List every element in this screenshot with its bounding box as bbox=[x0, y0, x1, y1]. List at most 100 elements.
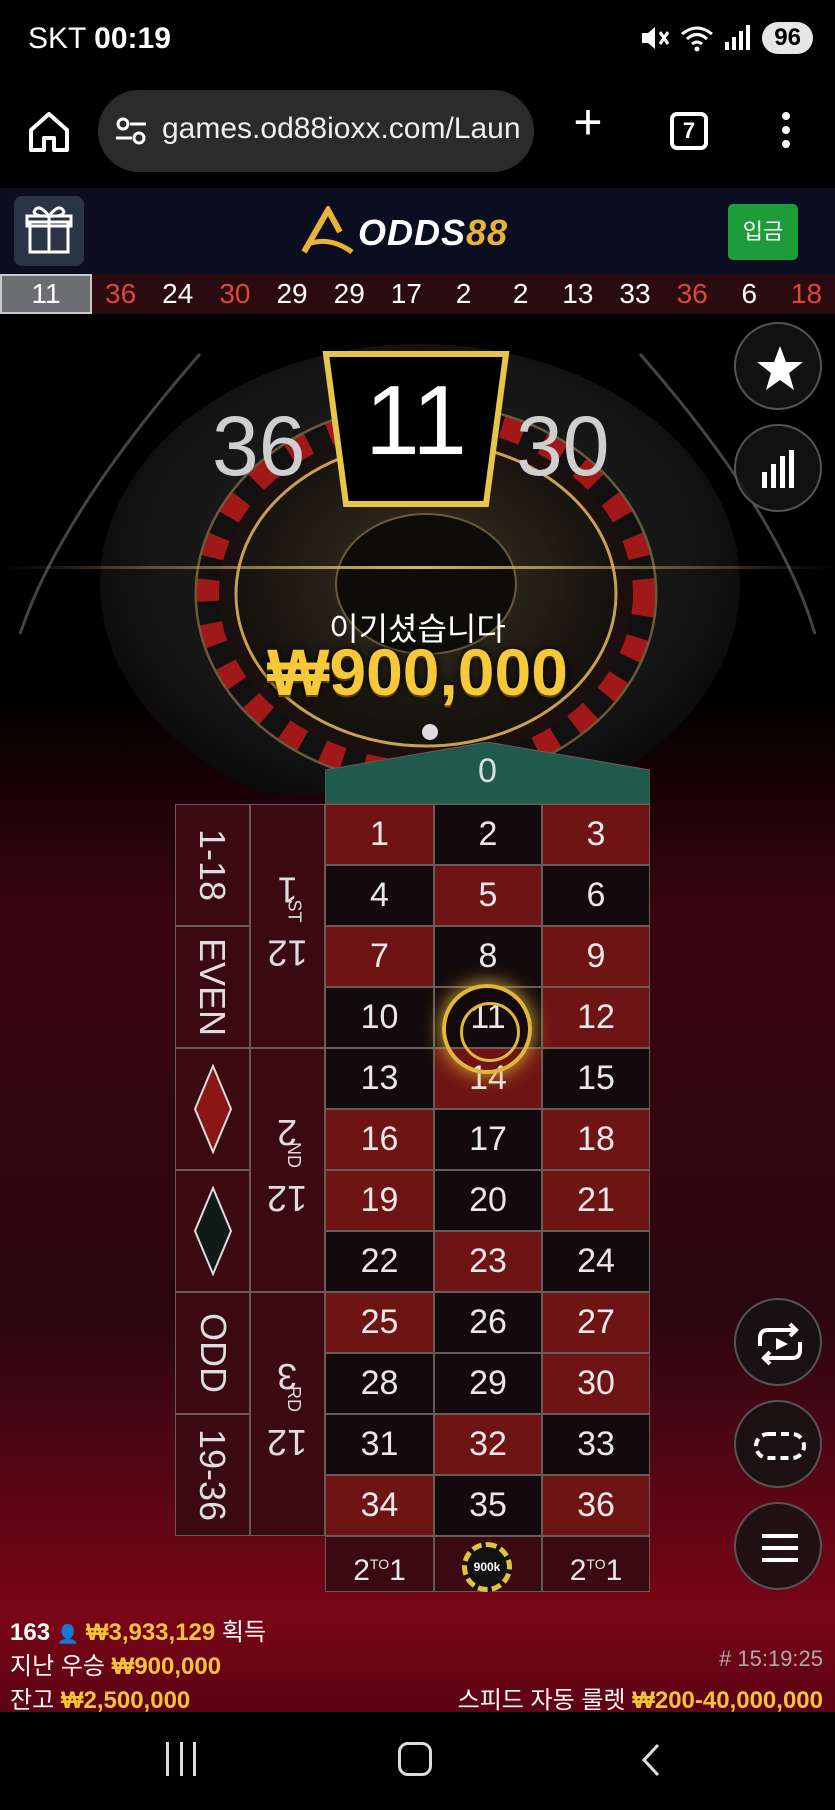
bet-column-1[interactable]: 2TO1 bbox=[325, 1536, 434, 1592]
result-prev-number: 36 bbox=[212, 399, 306, 493]
deposit-button[interactable]: 입금 bbox=[728, 204, 798, 260]
bet-number-21[interactable]: 21 bbox=[542, 1170, 650, 1231]
bet-1-18[interactable]: 1-18 bbox=[175, 804, 250, 926]
total-winnings: ₩3,933,129 bbox=[85, 1619, 216, 1646]
browser-toolbar: games.od88ioxx.com/Laun + 7 bbox=[0, 82, 835, 188]
bet-number-1[interactable]: 1 bbox=[325, 804, 434, 865]
balance-row: 잔고 ₩2,500,000 bbox=[10, 1680, 190, 1715]
balance-amount: ₩2,500,000 bbox=[60, 1687, 191, 1714]
hamburger-icon bbox=[762, 1534, 798, 1562]
status-carrier: SKT 00:19 bbox=[28, 22, 171, 55]
last-win-amount: ₩900,000 bbox=[111, 1653, 222, 1680]
bet-number-33[interactable]: 33 bbox=[542, 1414, 650, 1475]
black-diamond-icon bbox=[193, 1186, 232, 1276]
bet-number-9[interactable]: 9 bbox=[542, 926, 650, 987]
recent-apps-icon[interactable] bbox=[166, 1742, 196, 1778]
gift-icon bbox=[25, 206, 73, 254]
bet-odd[interactable]: ODD bbox=[175, 1292, 250, 1414]
bet-number-20[interactable]: 20 bbox=[434, 1170, 542, 1231]
history-item: 2 bbox=[455, 278, 472, 309]
bet-1st-12[interactable]: 1ST 12 bbox=[250, 804, 325, 1048]
bet-number-25[interactable]: 25 bbox=[325, 1292, 434, 1353]
bet-number-6[interactable]: 6 bbox=[542, 865, 650, 926]
bet-19-36[interactable]: 19-36 bbox=[175, 1414, 250, 1536]
result-number-card: 11 bbox=[322, 350, 510, 508]
bet-number-19[interactable]: 19 bbox=[325, 1170, 434, 1231]
game-menu-button[interactable] bbox=[734, 1502, 822, 1590]
history-item: 36 bbox=[676, 278, 708, 309]
history-item: 29 bbox=[276, 278, 308, 309]
browser-menu-icon[interactable] bbox=[776, 112, 796, 156]
racetrack-button[interactable] bbox=[734, 1400, 822, 1488]
bet-zero[interactable]: 0 bbox=[325, 752, 650, 791]
favorite-button[interactable] bbox=[734, 322, 822, 410]
home-icon[interactable] bbox=[26, 108, 72, 154]
nav-back-icon[interactable] bbox=[636, 1742, 666, 1778]
game-name: 스피드 자동 룰렛 bbox=[457, 1687, 626, 1714]
history-item: 18 bbox=[790, 278, 823, 309]
mute-icon bbox=[642, 27, 670, 49]
logo-mark-icon bbox=[301, 206, 354, 255]
wifi-icon bbox=[681, 26, 714, 52]
result-next-number: 30 bbox=[516, 399, 610, 493]
bet-number-29[interactable]: 29 bbox=[434, 1353, 542, 1414]
history-item: 29 bbox=[333, 278, 365, 309]
bet-number-24[interactable]: 24 bbox=[542, 1231, 650, 1292]
bet-number-15[interactable]: 15 bbox=[542, 1048, 650, 1109]
win-divider bbox=[0, 566, 835, 569]
bet-number-10[interactable]: 10 bbox=[325, 987, 434, 1048]
odds88-logo[interactable]: ODDS88 bbox=[300, 206, 540, 256]
site-settings-icon[interactable] bbox=[114, 114, 148, 148]
signal-icon bbox=[725, 25, 751, 50]
bet-number-34[interactable]: 34 bbox=[325, 1475, 434, 1536]
last-win-row: 지난 우승 ₩900,000 bbox=[10, 1646, 221, 1681]
bet-number-18[interactable]: 18 bbox=[542, 1109, 650, 1170]
nav-home-icon[interactable] bbox=[398, 1742, 432, 1776]
bet-2nd-12[interactable]: 2ND 12 bbox=[250, 1048, 325, 1292]
bet-3rd-12[interactable]: 3RD 12 bbox=[250, 1292, 325, 1536]
bet-number-13[interactable]: 13 bbox=[325, 1048, 434, 1109]
logo-text-odds: ODDS bbox=[358, 212, 467, 253]
bet-number-5[interactable]: 5 bbox=[434, 865, 542, 926]
bet-number-8[interactable]: 8 bbox=[434, 926, 542, 987]
history-item: 30 bbox=[219, 278, 251, 309]
history-item: 13 bbox=[562, 278, 594, 309]
bet-even[interactable]: EVEN bbox=[175, 926, 250, 1048]
address-bar[interactable]: games.od88ioxx.com/Laun bbox=[98, 90, 534, 172]
bet-number-12[interactable]: 12 bbox=[542, 987, 650, 1048]
label-1-18: 1-18 bbox=[192, 828, 234, 902]
bet-number-17[interactable]: 17 bbox=[434, 1109, 542, 1170]
person-icon: 👤 bbox=[56, 1624, 80, 1644]
bet-number-16[interactable]: 16 bbox=[325, 1109, 434, 1170]
win-amount: ₩900,000 bbox=[267, 635, 568, 709]
bet-number-30[interactable]: 30 bbox=[542, 1353, 650, 1414]
bet-red[interactable] bbox=[175, 1048, 250, 1170]
bet-number-32[interactable]: 32 bbox=[434, 1414, 542, 1475]
bet-number-7[interactable]: 7 bbox=[325, 926, 434, 987]
history-item: 6 bbox=[741, 278, 758, 309]
last-win-label: 지난 우승 bbox=[10, 1653, 105, 1680]
bet-number-22[interactable]: 22 bbox=[325, 1231, 434, 1292]
bet-number-23[interactable]: 23 bbox=[434, 1231, 542, 1292]
status-bar: SKT 00:19 96 bbox=[0, 0, 835, 82]
player-count: 163 bbox=[10, 1619, 51, 1646]
bet-black[interactable] bbox=[175, 1170, 250, 1292]
bet-column-3[interactable]: 2TO1 bbox=[542, 1536, 650, 1592]
bet-number-35[interactable]: 35 bbox=[434, 1475, 542, 1536]
bet-limits: ₩200-40,000,000 bbox=[632, 1687, 823, 1714]
bet-number-4[interactable]: 4 bbox=[325, 865, 434, 926]
bet-number-31[interactable]: 31 bbox=[325, 1414, 434, 1475]
bet-number-2[interactable]: 2 bbox=[434, 804, 542, 865]
autoplay-button[interactable] bbox=[734, 1298, 822, 1386]
bet-number-36[interactable]: 36 bbox=[542, 1475, 650, 1536]
statistics-button[interactable] bbox=[734, 424, 822, 512]
column-bet-chip: 900k bbox=[462, 1542, 512, 1592]
bet-number-26[interactable]: 26 bbox=[434, 1292, 542, 1353]
gift-button[interactable] bbox=[14, 196, 84, 266]
new-tab-button[interactable]: + bbox=[566, 97, 610, 147]
players-and-total: 163 👤 ₩3,933,129 획득 bbox=[10, 1612, 266, 1647]
bet-number-27[interactable]: 27 bbox=[542, 1292, 650, 1353]
bet-number-3[interactable]: 3 bbox=[542, 804, 650, 865]
bet-number-28[interactable]: 28 bbox=[325, 1353, 434, 1414]
tab-switcher-button[interactable]: 7 bbox=[670, 112, 708, 150]
